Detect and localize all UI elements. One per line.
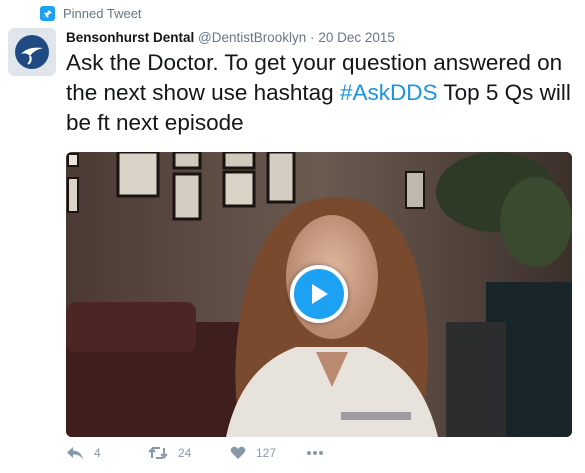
more-button[interactable] [306, 450, 324, 456]
reply-icon [67, 447, 83, 459]
retweet-count: 24 [178, 446, 192, 460]
author-handle[interactable]: @DentistBrooklyn [198, 30, 306, 45]
separator: · [310, 30, 315, 45]
avatar[interactable] [8, 28, 56, 76]
play-icon [312, 284, 328, 304]
tweet-text: Ask the Doctor. To get your question ans… [66, 48, 576, 138]
play-button[interactable] [290, 265, 348, 323]
author-name[interactable]: Bensonhurst Dental [66, 30, 194, 45]
more-icon [307, 451, 323, 455]
like-button[interactable]: 127 [230, 446, 306, 460]
pin-icon [40, 6, 55, 21]
hashtag-link[interactable]: #AskDDS [340, 80, 438, 105]
retweet-button[interactable]: 24 [148, 446, 230, 460]
tweet-header: Bensonhurst Dental @DentistBrooklyn · 20… [66, 30, 395, 45]
pinned-tweet-indicator: Pinned Tweet [40, 6, 142, 21]
reply-button[interactable]: 4 [66, 446, 148, 460]
reply-count: 4 [94, 446, 101, 460]
video-player[interactable] [66, 152, 572, 437]
tweet-actions: 4 24 127 [66, 446, 324, 460]
heart-icon [230, 446, 246, 459]
retweet-icon [148, 446, 168, 460]
pinned-tweet-label: Pinned Tweet [63, 6, 142, 21]
tooth-logo-icon [8, 28, 56, 76]
like-count: 127 [256, 446, 277, 460]
tweet-date[interactable]: 20 Dec 2015 [318, 30, 395, 45]
